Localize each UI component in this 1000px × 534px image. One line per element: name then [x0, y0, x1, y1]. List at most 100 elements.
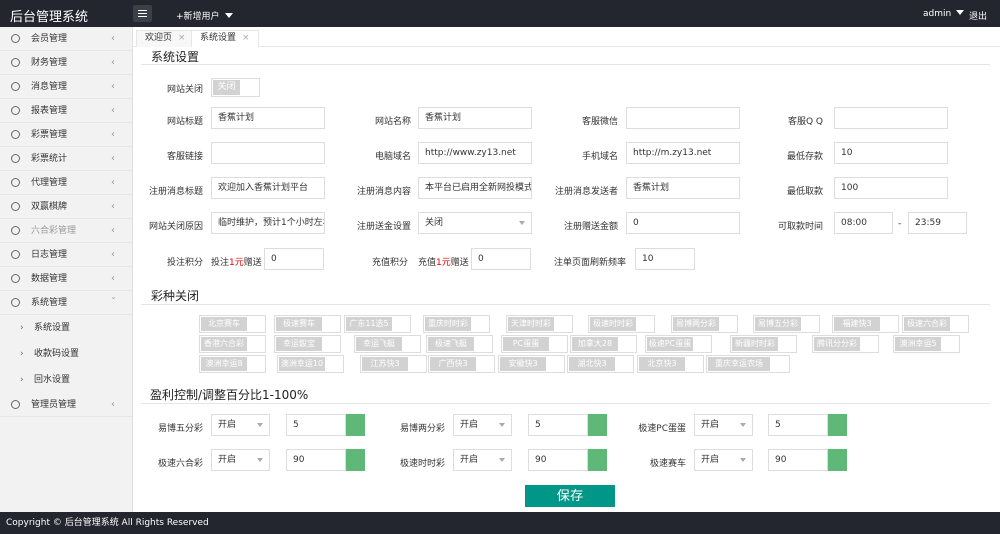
withdraw-time-from-input[interactable]: 08:00 [834, 212, 893, 234]
lottery-toggle[interactable]: 广东11选5 [344, 315, 411, 333]
lottery-toggle[interactable]: 极速PC蛋蛋 [645, 335, 712, 353]
sidebar-item-members[interactable]: 会员管理 ‹ [0, 27, 132, 51]
profit-state-select[interactable]: 开启 [211, 449, 270, 471]
lottery-toggle[interactable]: 腾讯分分彩 [812, 335, 879, 353]
lottery-toggle[interactable]: 极速六合彩 [902, 315, 969, 333]
lottery-toggle[interactable]: 澳洲幸运10 [277, 355, 344, 373]
profit-confirm-button[interactable] [346, 414, 365, 436]
lottery-toggle[interactable]: 新疆时时彩 [730, 335, 797, 353]
lottery-toggle[interactable]: 北京快3 [637, 355, 704, 373]
pc-domain-input[interactable]: http://www.zy13.net [418, 142, 532, 164]
profit-state-select[interactable]: 开启 [694, 414, 753, 436]
lottery-toggle[interactable]: 重庆幸运农场 [706, 355, 790, 373]
sidebar-item-finance[interactable]: 财务管理 ‹ [0, 51, 132, 75]
lottery-toggle[interactable]: 湖北快3 [567, 355, 634, 373]
sidebar-subitem-rebate-settings[interactable]: 回水设置 [0, 367, 132, 393]
lottery-toggle[interactable]: 加拿大28 [570, 335, 637, 353]
site-title-input[interactable]: 香蕉计划 [211, 107, 325, 129]
lottery-toggle[interactable]: 重庆时时彩 [423, 315, 490, 333]
sidebar-item-lottery-stats[interactable]: 彩票统计 ‹ [0, 147, 132, 171]
menu-toggle-button[interactable] [133, 5, 152, 22]
sidebar-item-agents[interactable]: 代理管理 ‹ [0, 171, 132, 195]
sidebar-item-logs[interactable]: 日志管理 ‹ [0, 243, 132, 267]
sidebar-subitem-system-settings[interactable]: 系统设置 [0, 315, 132, 341]
lottery-toggle[interactable]: 极速飞艇 [426, 335, 493, 353]
sidebar-item-messages[interactable]: 消息管理 ‹ [0, 75, 132, 99]
lottery-toggle[interactable]: 安徽快3 [498, 355, 565, 373]
service-link-input[interactable] [211, 142, 325, 164]
service-wechat-input[interactable] [626, 107, 740, 129]
profit-name: 易博两分彩 [399, 424, 445, 434]
lottery-toggle[interactable]: PC蛋蛋 [501, 335, 568, 353]
bet-points-input[interactable]: 0 [264, 248, 324, 270]
recharge-points-input[interactable]: 0 [471, 248, 531, 270]
reg-gift-select[interactable]: 关闭 [418, 212, 532, 234]
sidebar-item-reports[interactable]: 报表管理 ‹ [0, 99, 132, 123]
sidebar-item-system[interactable]: 系统管理 ˇ [0, 291, 132, 315]
lottery-toggle[interactable]: 极速赛车 [274, 315, 341, 333]
refresh-rate-input[interactable]: 10 [635, 248, 695, 270]
profit-confirm-button[interactable] [588, 414, 607, 436]
profit-confirm-button[interactable] [828, 449, 847, 471]
lottery-toggle[interactable]: 福建快3 [832, 315, 899, 333]
lottery-toggle[interactable]: 易博两分彩 [671, 315, 738, 333]
add-user-menu[interactable]: +新增用户 [176, 9, 233, 22]
profit-percent-input[interactable]: 90 [286, 449, 346, 471]
site-name-input[interactable]: 香蕉计划 [418, 107, 532, 129]
lottery-toggle[interactable]: 极速时时彩 [588, 315, 655, 333]
profit-state-select[interactable]: 开启 [453, 414, 512, 436]
lottery-toggle[interactable]: 幸运骰宝 [274, 335, 341, 353]
min-withdraw-input[interactable]: 100 [834, 177, 948, 199]
lottery-toggle[interactable]: 澳洲幸运5 [893, 335, 960, 353]
sidebar-item-mark-six[interactable]: 六合彩管理 ‹ [0, 219, 132, 243]
profit-state-select[interactable]: 开启 [694, 449, 753, 471]
save-button[interactable]: 保存 [525, 485, 615, 507]
profit-percent-input[interactable]: 5 [286, 414, 346, 436]
logout-link[interactable]: 退出 [969, 9, 987, 22]
lottery-toggle[interactable]: 澳洲幸运8 [199, 355, 266, 373]
close-icon[interactable]: × [242, 33, 250, 43]
divider [141, 403, 990, 404]
form-label: 网站名称 [374, 117, 411, 127]
profit-state-select[interactable]: 开启 [453, 449, 512, 471]
form-label: 充值积分 [371, 258, 408, 268]
sidebar-item-lottery[interactable]: 彩票管理 ‹ [0, 123, 132, 147]
reg-msg-title-input[interactable]: 欢迎加入香蕉计划平台 [211, 177, 325, 199]
profit-confirm-button[interactable] [588, 449, 607, 471]
close-reason-input[interactable]: 临时维护，预计1个小时左右 [211, 212, 325, 234]
admin-menu[interactable]: admin [923, 9, 965, 19]
profit-state-select[interactable]: 开启 [211, 414, 270, 436]
chevron-left-icon: ‹ [111, 105, 115, 116]
lottery-toggle[interactable]: 广西快3 [428, 355, 495, 373]
lottery-toggle[interactable]: 易博五分彩 [753, 315, 820, 333]
sidebar-item-data[interactable]: 数据管理 ‹ [0, 267, 132, 291]
lottery-toggle[interactable]: 幸运飞艇 [354, 335, 421, 353]
form-label: 客服链接 [166, 152, 203, 162]
profit-percent-input[interactable]: 5 [528, 414, 588, 436]
tab-system-settings[interactable]: 系统设置 × [191, 30, 259, 47]
min-deposit-input[interactable]: 10 [834, 142, 948, 164]
profit-confirm-button[interactable] [828, 414, 847, 436]
mobile-domain-input[interactable]: http://m.zy13.net [626, 142, 740, 164]
profit-percent-input[interactable]: 5 [768, 414, 828, 436]
withdraw-time-to-input[interactable]: 23:59 [908, 212, 967, 234]
reg-gift-amount-input[interactable]: 0 [626, 212, 740, 234]
sidebar-item-admins[interactable]: 管理员管理 ‹ [0, 393, 132, 417]
reg-msg-content-input[interactable]: 本平台已启用全新网投模式 2 [418, 177, 532, 199]
reg-msg-sender-input[interactable]: 香蕉计划 [626, 177, 740, 199]
close-icon[interactable]: × [178, 33, 186, 43]
chevron-left-icon: ‹ [111, 81, 115, 92]
lottery-toggle[interactable]: 北京赛车 [199, 315, 266, 333]
service-qq-input[interactable] [834, 107, 948, 129]
lottery-toggle[interactable]: 天津时时彩 [506, 315, 573, 333]
chevron-left-icon: ‹ [111, 129, 115, 140]
profit-percent-input[interactable]: 90 [768, 449, 828, 471]
lottery-toggle[interactable]: 香港六合彩 [199, 335, 266, 353]
profit-confirm-button[interactable] [346, 449, 365, 471]
sidebar-item-chess[interactable]: 双赢棋牌 ‹ [0, 195, 132, 219]
profit-percent-input[interactable]: 90 [528, 449, 588, 471]
sidebar-subitem-qrcode-settings[interactable]: 收款码设置 [0, 341, 132, 367]
lottery-toggle[interactable]: 江苏快3 [360, 355, 427, 373]
site-close-toggle[interactable]: 关闭 [211, 78, 260, 97]
tab-welcome[interactable]: 欢迎页 × [136, 30, 195, 47]
